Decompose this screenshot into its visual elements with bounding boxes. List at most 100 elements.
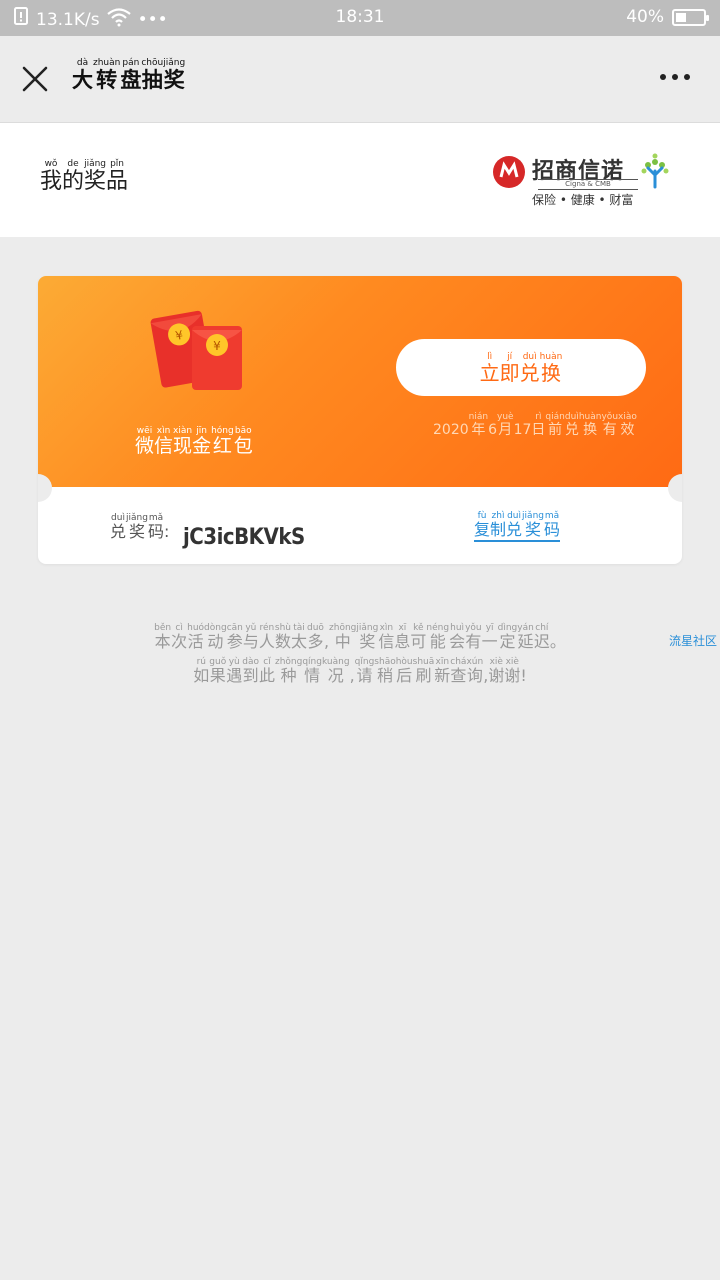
ruby-char: cǐ 此 — [258, 656, 275, 685]
ruby-char: jiǎng 奖 — [163, 58, 186, 92]
ruby-char: xiè 谢 — [504, 656, 521, 685]
ruby-char: huàn 换 — [539, 351, 563, 385]
ruby-char: zhuàn 转 — [93, 58, 121, 92]
ruby-char: cì 次 — [171, 623, 188, 651]
ruby-char: fù 复 — [474, 511, 491, 539]
ruby-char: huó 活 — [187, 623, 205, 651]
close-icon[interactable] — [20, 64, 50, 94]
ruby-char: chá 查 — [450, 656, 467, 685]
ruby-char: xiè 谢 — [488, 656, 505, 685]
ruby-char: shuā 刷 — [412, 656, 435, 685]
ruby-char: yǒu 有 — [601, 412, 619, 438]
ruby-char: běn 本 — [154, 623, 172, 651]
ruby-char: xīn 新 — [434, 656, 451, 685]
ruby-char: yǔ 与 — [242, 623, 259, 651]
ruby-char: yǒu 有 — [465, 623, 482, 651]
notice-line-1: běn 本 cì 次 huó 活 dòng 动 cān 参 yǔ 与 rén 人 shù 数 tài 太 duō 多 … — [0, 623, 720, 651]
ruby-char: qíng 情 — [302, 656, 322, 685]
ruby-char: jí 即 — [499, 351, 520, 385]
nav-bar: dà 大 zhuàn 转 pán 盘 chōu 抽 jiǎng 奖 — [0, 36, 720, 123]
ruby-char: tài 太 — [291, 623, 308, 651]
ruby-char: xìn 信 — [378, 623, 395, 651]
prize-card-header: ¥ ¥ wēi 微 xìn 信 xiàn 现 jīn 金 hóng 红 bāo 包 lì 立 jí 即 duì… — [38, 276, 682, 487]
redeem-now-label: lì 立 jí 即 duì 兑 huàn 换 — [480, 352, 563, 384]
ruby-char: huàn 换 — [578, 412, 602, 438]
ruby-char: yuè 月 — [497, 412, 514, 438]
ruby-char: shāo 稍 — [374, 656, 396, 685]
ruby-char: mǎ 码 — [147, 513, 164, 541]
ruby-char: duì 兑 — [564, 412, 579, 438]
ruby-char: pán 盘 — [120, 58, 142, 92]
brand-tagline: 保险 • 健康 • 财富 — [532, 193, 634, 207]
ruby-char: yī 一 — [481, 623, 498, 651]
prize-card: ¥ ¥ wēi 微 xìn 信 xiàn 现 jīn 金 hóng 红 bāo 包 lì 立 jí 即 duì… — [38, 276, 682, 564]
ruby-char: xiàn 现 — [173, 426, 193, 457]
ruby-char: jiǎng 奖 — [522, 511, 544, 539]
my-prizes-title: wǒ 我 de 的 jiǎng 奖 pǐn 品 — [40, 159, 128, 193]
tree-icon — [641, 153, 669, 189]
ruby-char: zhōng 中 — [329, 623, 357, 651]
ruby-char: bāo 包 — [233, 426, 253, 457]
ruby-char: xiào 效 — [618, 412, 637, 438]
expiry-notice: 2020 nián 年 6 yuè 月 17 rì 日 qián 前 duì 兑 huàn 换 yǒu 有 x… — [433, 412, 637, 438]
svg-text:¥: ¥ — [213, 339, 221, 353]
ruby-char: néng 能 — [426, 623, 450, 651]
ruby-char: mǎ 码 — [543, 511, 560, 539]
ruby-char: cān 参 — [226, 623, 243, 651]
ruby-char: zhǒng 种 — [274, 656, 303, 685]
ruby-char: wēi 微 — [135, 426, 155, 457]
ruby-char: pǐn 品 — [106, 159, 129, 194]
ruby-char: : — [163, 522, 170, 541]
ruby-char: qǐng 请 — [354, 656, 375, 685]
redeem-code-label: duì 兑 jiǎng 奖 mǎ 码 : — [110, 513, 169, 541]
ruby-char: dìng 定 — [497, 623, 518, 651]
copy-code-link[interactable]: fù 复 zhì 制 duì 兑 jiǎng 奖 mǎ 码 — [474, 511, 560, 542]
ruby-char: hóng 红 — [211, 426, 234, 457]
ruby-char: xún 询 — [466, 656, 484, 685]
ruby-char: yán 延 — [517, 623, 534, 651]
cmb-logo-icon — [493, 156, 525, 188]
ruby-char: hòu 后 — [395, 656, 413, 685]
ruby-char: rì 日 — [531, 412, 546, 438]
delay-notice: běn 本 cì 次 huó 活 dòng 动 cān 参 yǔ 与 rén 人 shù 数 tài 太 duō 多 … — [0, 623, 720, 691]
ruby-char: duì 兑 — [519, 351, 540, 385]
ruby-char: dào 到 — [242, 656, 259, 685]
ruby-char: huì 会 — [449, 623, 466, 651]
notice-line-2: rú 如 guǒ 果 yù 遇 dào 到 cǐ 此 zhǒng 种 qíng 情 kuàng 况 , qǐng… — [0, 657, 720, 685]
ruby-char: rén 人 — [258, 623, 275, 651]
ruby-char: ! — [520, 665, 527, 685]
ruby-char: 。 — [549, 632, 566, 651]
ruby-char: chōu 抽 — [141, 58, 164, 92]
battery-percent: 40% — [626, 7, 664, 27]
ruby-char: de 的 — [62, 159, 85, 194]
page-title: dà 大 zhuàn 转 pán 盘 chōu 抽 jiǎng 奖 — [72, 58, 185, 91]
ruby-char: dà 大 — [72, 58, 93, 92]
ruby-char: xī 息 — [394, 623, 411, 651]
ruby-char: jiǎng 奖 — [126, 513, 148, 541]
redeem-code-value: jC3icBKVkS — [183, 525, 305, 550]
header-panel: wǒ 我 de 的 jiǎng 奖 pǐn 品 招商信诺 Cigna & CMB 保险 • 健… — [0, 123, 720, 237]
redeem-now-button[interactable]: lì 立 jí 即 duì 兑 huàn 换 — [396, 339, 646, 396]
ruby-char: rú 如 — [193, 656, 210, 685]
ruby-char: 2020 — [433, 422, 469, 438]
redeem-code-row: duì 兑 jiǎng 奖 mǎ 码 : jC3icBKVkS fù 复 zhì 制 duì 兑 ji… — [38, 487, 682, 564]
ruby-char: wǒ 我 — [40, 159, 63, 194]
ruby-char: xìn 信 — [154, 426, 174, 457]
battery-icon — [672, 8, 709, 26]
ruby-char: 17 — [513, 422, 532, 438]
ruby-char: chí 迟 — [533, 623, 550, 651]
ruby-char: jiǎng 奖 — [356, 623, 379, 651]
ruby-char: duì 兑 — [110, 513, 127, 541]
prize-name: wēi 微 xìn 信 xiàn 现 jīn 金 hóng 红 bāo 包 — [135, 426, 253, 457]
ruby-char: zhì 制 — [490, 511, 507, 539]
community-link[interactable]: 流星社区 — [669, 632, 717, 649]
ruby-char: jīn 金 — [192, 426, 212, 457]
ruby-char: kuàng 况 — [321, 656, 350, 685]
more-options-icon[interactable] — [660, 74, 690, 80]
ruby-char: jiǎng 奖 — [84, 159, 107, 194]
red-envelope-icon: ¥ ¥ — [148, 306, 248, 396]
ruby-char: shù 数 — [274, 623, 291, 651]
ruby-char: nián 年 — [468, 412, 489, 438]
ruby-char: yù 遇 — [226, 656, 243, 685]
ruby-char: qián 前 — [545, 412, 565, 438]
